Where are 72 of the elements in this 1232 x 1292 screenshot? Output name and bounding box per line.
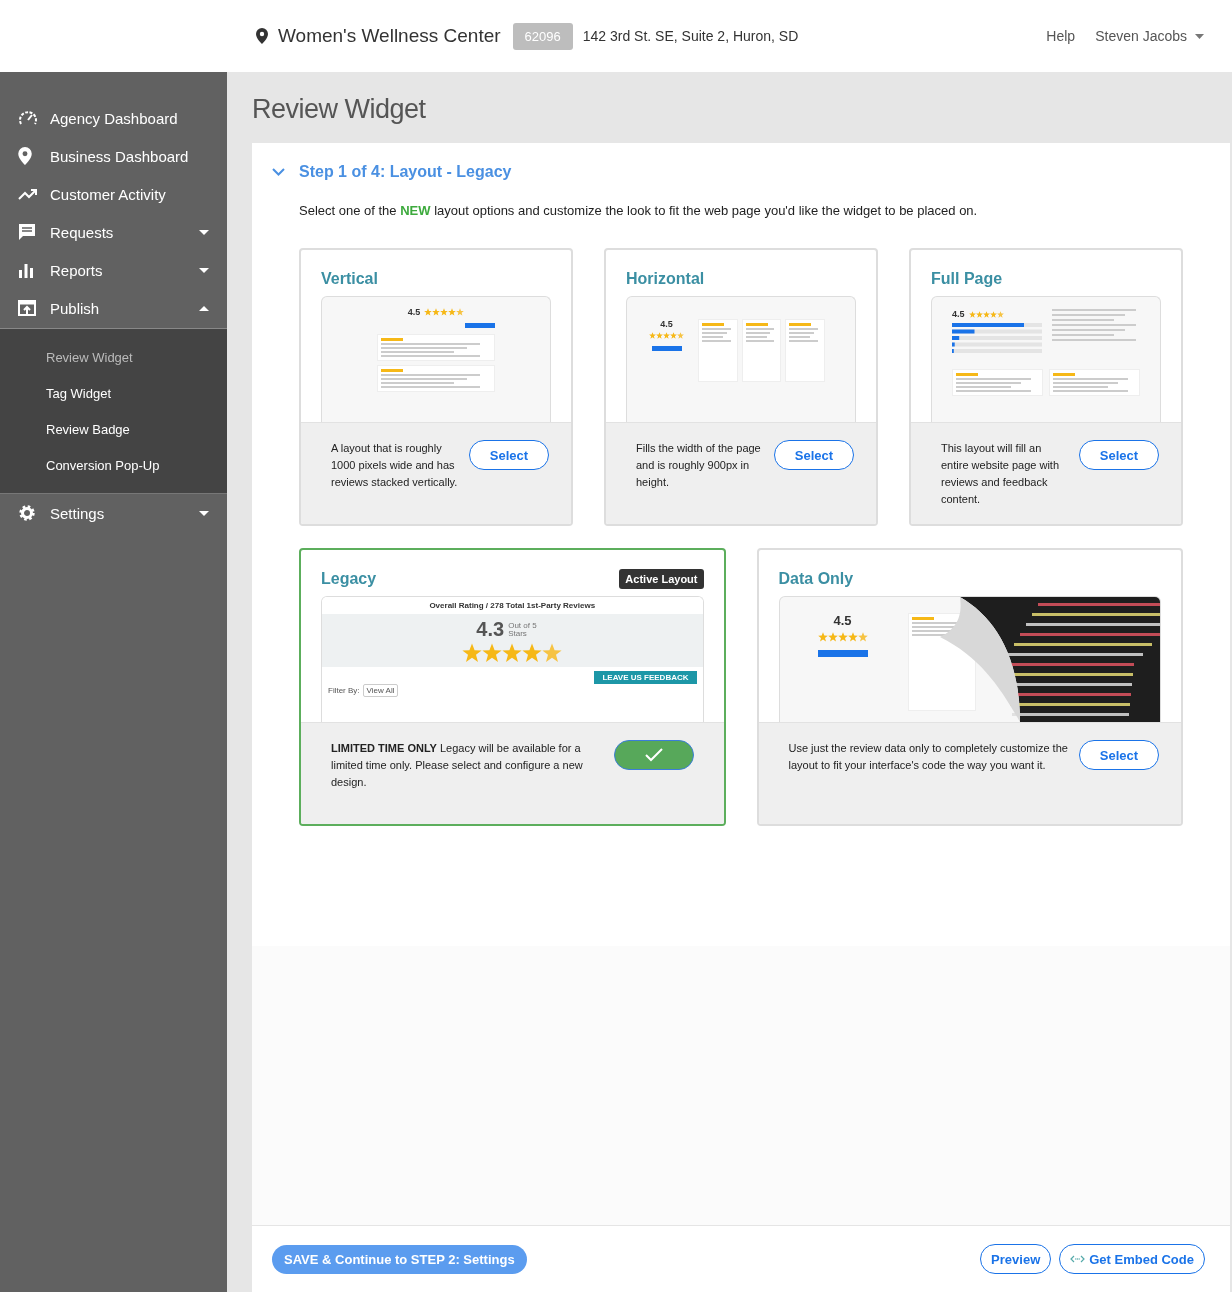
rating-value: 4.5: [833, 613, 852, 628]
select-button[interactable]: Select: [1079, 440, 1159, 470]
layout-title: Full Page: [931, 270, 1003, 288]
trend-line-icon: [18, 188, 38, 200]
star-rating-icon: [649, 332, 684, 339]
map-pin-icon: [256, 28, 268, 44]
sidebar-item[interactable]: Business Dashboard: [0, 137, 227, 175]
submenu-item[interactable]: Tag Widget: [0, 375, 227, 411]
select-button[interactable]: Select: [469, 440, 549, 470]
rating-value: 4.5: [407, 307, 421, 317]
layout-description: This layout will fill an entire website page with reviews and feedback content.: [941, 441, 1060, 507]
settings-icon: [18, 504, 36, 522]
gauge-icon: [18, 110, 38, 126]
sidebar-item[interactable]: Agency Dashboard: [0, 99, 227, 137]
select-button[interactable]: Select: [1079, 740, 1159, 770]
feedback-button-drawing: [817, 650, 868, 657]
rating-value: 4.5: [952, 309, 965, 319]
layout-description: Fills the width of the page and is roughly 900px in height.: [636, 441, 762, 490]
active-layout-badge: Active Layout: [619, 569, 704, 589]
layout-title: Legacy: [321, 570, 377, 588]
caret-icon: [199, 229, 209, 235]
message-icon: [18, 223, 36, 241]
sidebar-item[interactable]: Requests: [0, 213, 227, 251]
get-embed-code-button[interactable]: Get Embed Code: [1059, 1244, 1205, 1274]
feedback-button-drawing: [651, 346, 682, 351]
preview-button[interactable]: Preview: [980, 1244, 1052, 1274]
location-address: 142 3rd St. SE, Suite 2, Huron, SD: [582, 28, 799, 44]
bar-chart-icon: [18, 262, 34, 278]
rating-caption: Out of 5 Stars: [508, 621, 538, 638]
caret-icon: [199, 305, 209, 311]
location-name: Women's Wellness Center: [278, 25, 501, 47]
layout-title: Vertical: [321, 270, 378, 288]
filter-label: Filter By:: [328, 686, 360, 695]
layout-title: Horizontal: [626, 270, 705, 288]
review-card-drawing: [741, 319, 782, 382]
submenu-item[interactable]: Review Widget: [0, 339, 227, 375]
caret-icon: [1195, 33, 1204, 39]
layout-description: Use just the review data only to completely customize the layout to fit your interface's code the way you want it.: [788, 741, 1069, 773]
submenu-item[interactable]: Conversion Pop-Up: [0, 447, 227, 483]
star-rating-icon: [462, 643, 563, 663]
star-rating-icon: [424, 308, 465, 316]
code-icon: [1070, 1255, 1086, 1263]
preview-heading: Overall Rating / 278 Total 1st-Party Reviews: [428, 600, 597, 612]
rating-value: 4.5: [660, 319, 673, 329]
review-card-drawing: [785, 319, 825, 382]
upload-box-icon: [18, 300, 36, 316]
checkmark-icon: [644, 748, 663, 762]
location-id-badge: 62096: [512, 22, 573, 50]
star-rating-icon: [968, 310, 1004, 318]
layout-description: LIMITED TIME ONLY Legacy will be available for a limited time only. Please select and configure a new design.: [331, 741, 584, 790]
submenu-item[interactable]: Review Badge: [0, 411, 227, 447]
caret-icon: [199, 267, 209, 273]
star-rating-icon: [817, 632, 868, 642]
selected-layout-button[interactable]: [613, 740, 694, 770]
map-pin-icon: [18, 147, 32, 165]
sidebar-item[interactable]: Customer Activity: [0, 175, 227, 213]
user-menu[interactable]: Steven Jacobs: [1095, 28, 1204, 44]
rating-value: 4.3: [476, 618, 505, 641]
layout-title: Data Only: [778, 570, 854, 588]
feedback-button-drawing: [465, 323, 495, 328]
sidebar-item[interactable]: Publish: [0, 289, 227, 327]
sidebar-item[interactable]: Reports: [0, 251, 227, 289]
chevron-icon: [272, 168, 285, 176]
caret-icon: [199, 510, 209, 516]
layout-description: A layout that is roughly 1000 pixels wide and has reviews stacked vertically.: [331, 441, 459, 490]
step-header[interactable]: Step 1 of 4: Layout - Legacy: [272, 163, 1183, 181]
review-card-drawing: [698, 319, 738, 382]
step-description: Select one of the NEW layout options and customize the look to fit the web page you'd like the widget to be placed on.: [299, 203, 979, 218]
select-button[interactable]: Select: [774, 440, 854, 470]
sidebar-item[interactable]: Settings: [0, 493, 227, 532]
help-link[interactable]: Help: [1046, 28, 1076, 44]
page-title: Review Widget: [251, 93, 427, 126]
